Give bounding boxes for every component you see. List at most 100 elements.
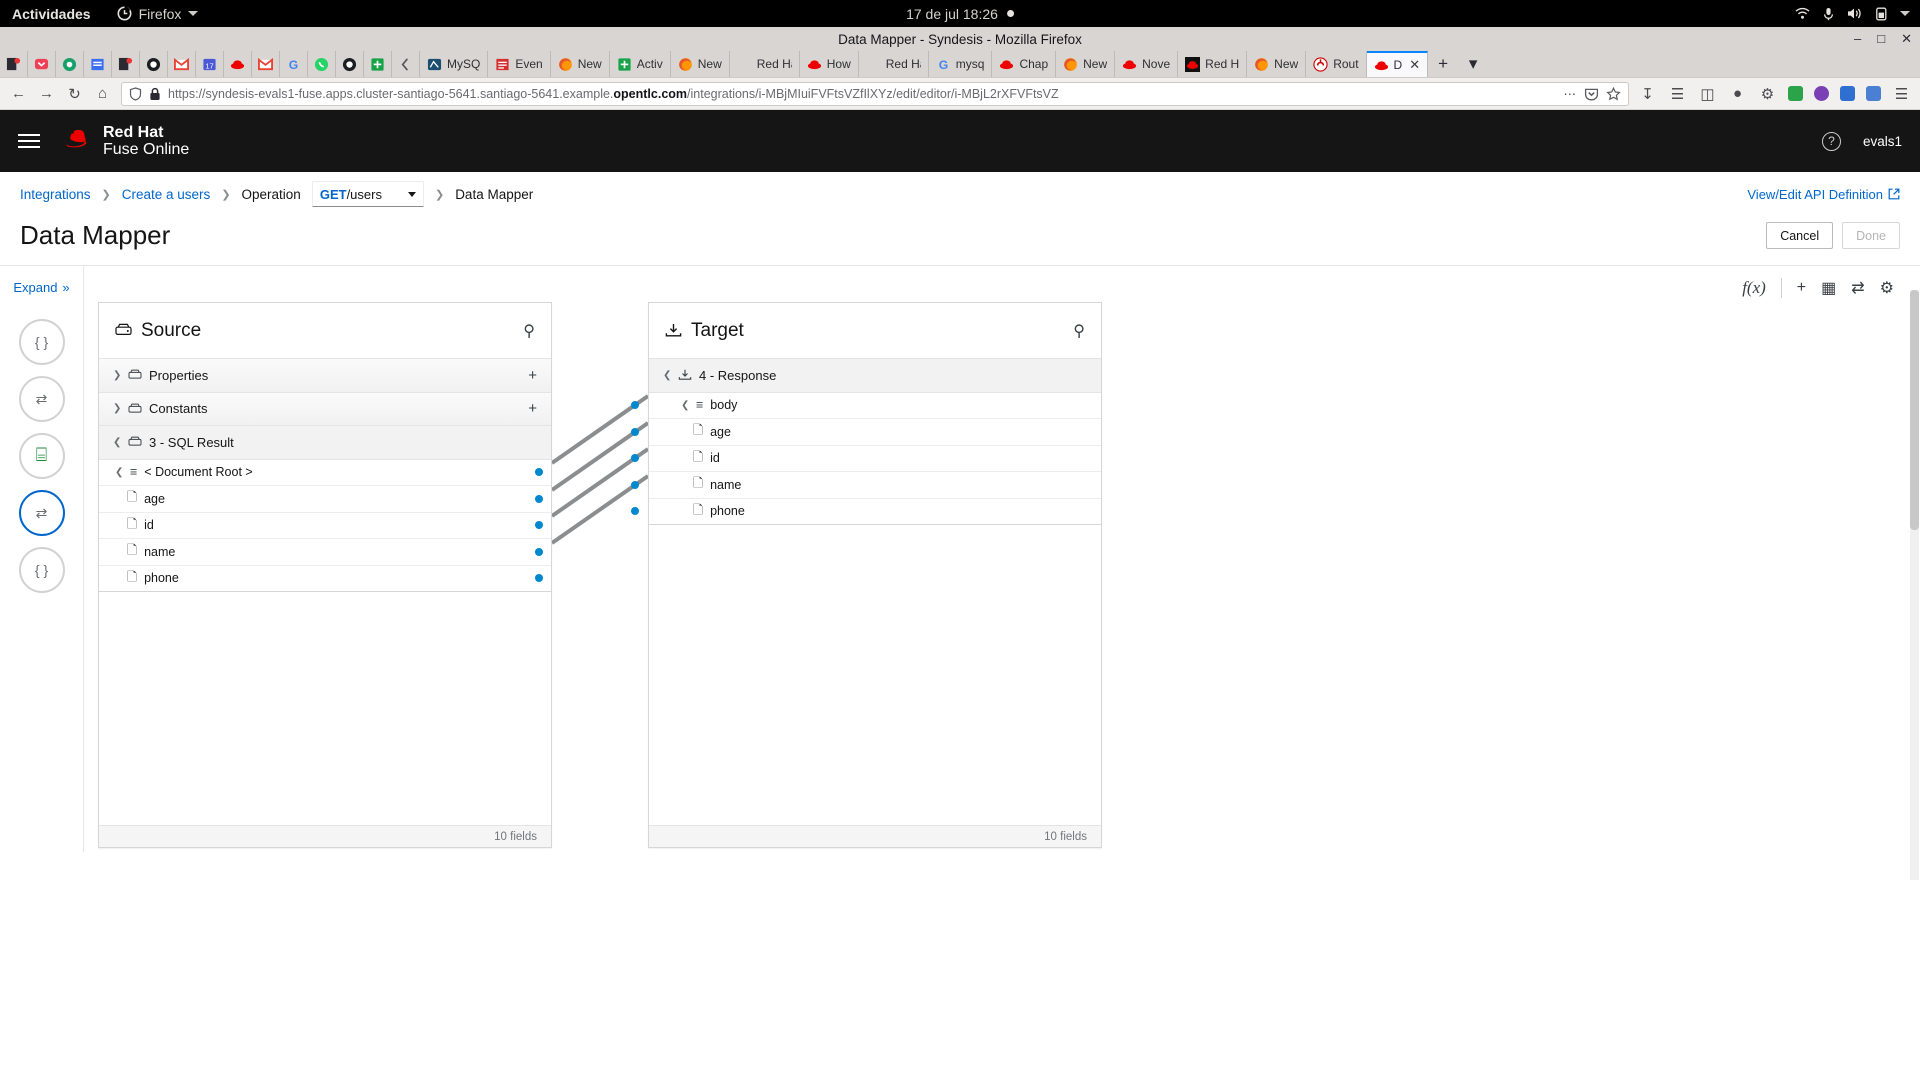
target-connector-dot[interactable] [631,480,639,489]
gnome-clock[interactable]: 17 de jul 18:26 [906,6,1014,22]
gnome-system-tray[interactable] [1795,7,1910,21]
view-edit-api-definition-link[interactable]: View/Edit API Definition [1747,187,1900,202]
browser-tab-2[interactable] [56,51,84,77]
target-field-body[interactable]: ❮ ≡ body [631,392,1101,419]
source-group-sql-result[interactable]: ❮ 3 - SQL Result [99,426,551,460]
chevron-down-icon[interactable] [1900,11,1910,16]
source-document-root[interactable]: ❮ ≡ < Document Root > [99,459,551,486]
browser-tab-28[interactable]: New [1247,51,1307,77]
window-controls[interactable]: – □ ✕ [1854,31,1912,47]
breadcrumb-item-integrations[interactable]: Integrations [20,187,91,202]
source-connector-dot[interactable] [535,494,543,503]
app-menu-icon[interactable]: ☰ [1892,85,1911,103]
browser-tab-29[interactable]: Rout [1306,51,1367,77]
shield-icon[interactable] [129,86,142,101]
target-field-name[interactable]: 🗋 name [631,472,1101,499]
add-property-button[interactable]: + [528,367,537,384]
sidebar-icon[interactable]: ◫ [1698,85,1717,103]
browser-tab-11[interactable] [308,51,336,77]
target-connector-dot[interactable] [631,454,639,463]
chevron-right-icon[interactable]: ❯ [113,403,121,414]
source-connector-dot[interactable] [535,547,543,556]
target-connector-dot[interactable] [631,427,639,436]
browser-tab-24[interactable]: Chap [992,51,1057,77]
page-actions-icon[interactable]: ⋯ [1564,86,1578,101]
close-button[interactable]: ✕ [1901,31,1912,47]
step-database[interactable]: ⌸ [18,433,65,479]
target-field-id[interactable]: 🗋 id [631,445,1101,472]
account-icon[interactable]: ● [1728,85,1747,102]
browser-tab-4[interactable] [112,51,140,77]
source-field-name[interactable]: 🗋 name [99,539,551,566]
activities-button[interactable]: Actividades [12,6,91,22]
tab-strip[interactable]: 17 G MySQ Even New Activ New Red Hat How Red Hat G… [0,51,1920,78]
extension-blue2-icon[interactable] [1866,86,1881,101]
target-group-response[interactable]: ❮ 4 - Response [649,359,1101,393]
target-field-phone[interactable]: 🗋 phone [631,498,1101,525]
done-button[interactable]: Done [1842,222,1900,249]
browser-tab-15[interactable]: MySQ [420,51,489,77]
chevron-down-icon[interactable] [407,191,416,197]
library-icon[interactable]: ☰ [1668,85,1687,103]
browser-tab-30[interactable]: D ✕ [1366,51,1429,77]
chevron-down-icon[interactable]: ❮ [663,370,671,381]
add-mapping-button[interactable]: + [1797,279,1806,297]
source-field-phone[interactable]: 🗋 phone [99,565,551,592]
nav-toggle-button[interactable] [18,134,40,148]
close-icon[interactable]: ✕ [1409,57,1420,73]
page-scrollbar-thumb[interactable] [1910,290,1919,530]
pocket-save-icon[interactable] [1584,87,1599,101]
maximize-button[interactable]: □ [1877,31,1885,47]
chevron-down-icon[interactable]: ❮ [681,400,689,411]
browser-toolbar-icons[interactable]: ↧ ☰ ◫ ● ⚙ ☰ [1638,85,1911,103]
brand-logo[interactable]: Red Hat Fuse Online [58,124,189,159]
browser-tab-17[interactable]: New [551,51,610,77]
step-api-response[interactable]: { } [18,547,65,593]
browser-tab-6[interactable] [168,51,196,77]
browser-tab-8[interactable] [224,51,252,77]
target-field-age[interactable]: 🗋 age [631,419,1101,446]
browser-tab-25[interactable]: New [1056,51,1116,77]
step-api-provider[interactable]: { } [18,319,65,365]
new-tab-button[interactable]: + [1428,51,1458,77]
chevron-down-icon[interactable]: ❮ [115,467,123,478]
extension-purple-icon[interactable] [1814,86,1829,101]
browser-tab-1[interactable] [28,51,56,77]
target-connector-dot[interactable] [631,507,639,516]
list-all-tabs-button[interactable]: ▾ [1458,51,1488,77]
mapping-details-button[interactable]: ⇄ [1851,278,1864,298]
chevron-down-icon[interactable]: ❮ [113,437,121,448]
browser-tab-18[interactable]: Activ [610,51,671,77]
extension-blue-icon[interactable] [1840,86,1855,101]
operation-select[interactable]: GET/users [311,181,424,207]
browser-tab-27[interactable]: Red H [1178,51,1248,77]
browser-tab-22[interactable]: Red Hat [859,51,929,77]
container-icon[interactable]: ⚙ [1758,85,1777,103]
minimize-button[interactable]: – [1854,31,1861,47]
browser-tab-26[interactable]: Nove [1115,51,1179,77]
downloads-icon[interactable]: ↧ [1638,85,1657,103]
reload-icon[interactable]: ↻ [65,85,84,103]
browser-tab-12[interactable] [336,51,364,77]
browser-tab-19[interactable]: New [671,51,730,77]
browser-tab-9[interactable] [252,51,280,77]
browser-tab-5[interactable] [140,51,168,77]
source-group-properties[interactable]: ❯ Properties + [99,359,551,393]
url-text[interactable]: https://syndesis-evals1-fuse.apps.cluste… [168,87,1557,101]
browser-tab-16[interactable]: Even [488,51,551,77]
firefox-app-menu[interactable]: Firefox [117,6,199,22]
cancel-button[interactable]: Cancel [1766,222,1834,249]
url-bar[interactable]: https://syndesis-evals1-fuse.apps.cluste… [121,81,1629,106]
breadcrumb-item-create-a-users[interactable]: Create a users [122,187,211,202]
extension-shield-icon[interactable] [1788,86,1803,101]
chevron-right-icon[interactable]: ❯ [113,370,121,381]
expression-button[interactable]: f(x) [1742,278,1766,298]
browser-tab-7[interactable]: 17 [196,51,224,77]
expand-button[interactable]: Expand » [13,266,69,295]
page-scrollbar[interactable] [1910,290,1919,880]
step-data-mapper-1[interactable]: ⇄ [18,376,65,422]
navigation-toolbar[interactable]: ← → ↻ ⌂ https://syndesis-evals1-fuse.app… [0,78,1920,110]
forward-icon[interactable]: → [37,85,56,102]
source-connector-dot[interactable] [535,574,543,583]
user-menu[interactable]: evals1 [1863,134,1902,149]
